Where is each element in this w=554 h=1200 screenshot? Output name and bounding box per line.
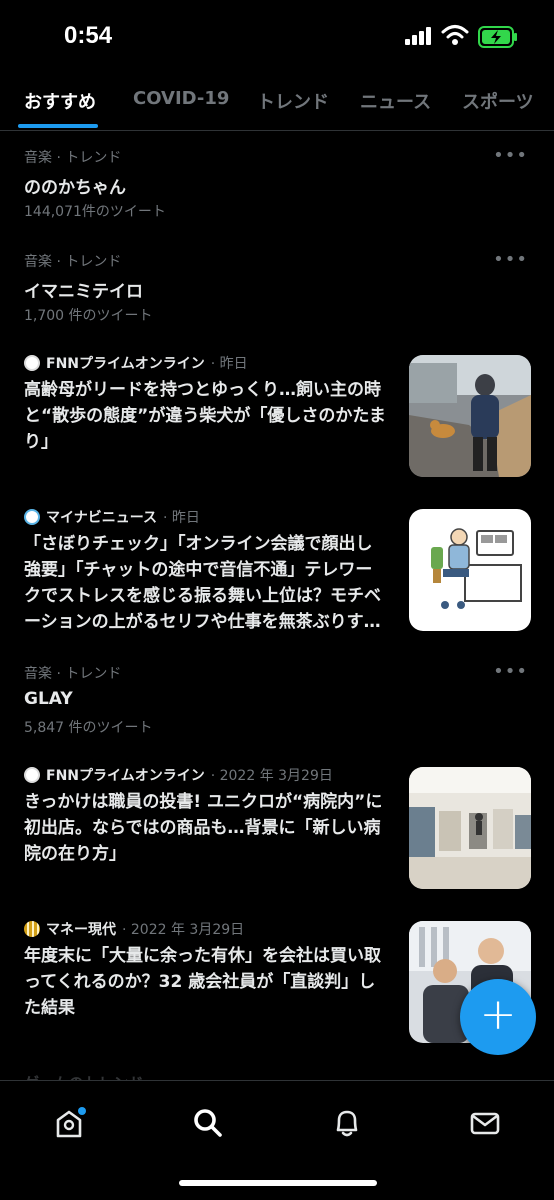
trend-count: 144,071件のツイート bbox=[24, 204, 166, 220]
tab-covid19[interactable]: COVID-19 bbox=[133, 88, 229, 109]
trend-title: ののかちゃん bbox=[24, 178, 126, 198]
news-item[interactable]: FNNプライムオンライン · 昨日 高齢母がリードを持つとゆっくり…飼い主の時 … bbox=[0, 351, 554, 481]
search-icon bbox=[194, 1109, 222, 1137]
fnn-logo-icon bbox=[24, 767, 40, 783]
explore-tabs: おすすめ COVID-19 トレンド ニュース スポーツ bbox=[0, 72, 554, 131]
news-item[interactable]: マイナビニュース · 昨日 「さぼりチェック」「オンライン会議で顔出し 強要」「… bbox=[0, 505, 554, 635]
home-icon bbox=[56, 1107, 86, 1138]
home-indicator bbox=[179, 1180, 377, 1186]
compose-tweet-button[interactable]: + bbox=[460, 979, 536, 1055]
trend-count: 1,700 件のツイート bbox=[24, 308, 153, 324]
trend-category: 音楽 · トレンド bbox=[24, 254, 122, 270]
news-thumbnail-image bbox=[409, 509, 531, 631]
news-headline: 「さぼりチェック」「オンライン会議で顔出し 強要」「チャットの途中で音信不通」テ… bbox=[24, 534, 381, 632]
news-time: · 2022 年 3月29日 bbox=[210, 768, 333, 784]
trend-title: イマニミテイロ bbox=[24, 282, 143, 302]
tab-trending[interactable]: トレンド bbox=[257, 88, 329, 114]
bell-icon bbox=[336, 1110, 358, 1137]
nav-notifications[interactable] bbox=[325, 1101, 369, 1145]
news-headline: きっかけは職員の投書! ユニクロが“病院内”に 初出店。ならではの商品も…背景に… bbox=[24, 792, 383, 864]
status-bar: 0:54 bbox=[0, 0, 554, 72]
news-headline: 高齢母がリードを持つとゆっくり…飼い主の時 と“散歩の態度”が違う柴犬が「優しさ… bbox=[24, 380, 386, 452]
news-source: FNNプライムオンライン · 2022 年 3月29日 bbox=[24, 765, 333, 785]
battery-charging-icon bbox=[478, 26, 517, 48]
plus-icon: + bbox=[479, 989, 517, 1040]
status-time: 0:54 bbox=[64, 22, 113, 49]
trend-item[interactable]: 音楽 · トレンド GLAY 5,847 件のツイート ••• bbox=[0, 661, 554, 751]
trend-item[interactable]: 音楽 · トレンド イマニミテイロ 1,700 件のツイート ••• bbox=[0, 249, 554, 339]
news-source: FNNプライムオンライン · 昨日 bbox=[24, 353, 248, 373]
wifi-icon bbox=[441, 25, 469, 45]
nav-messages[interactable] bbox=[463, 1101, 507, 1145]
nav-home[interactable] bbox=[47, 1101, 91, 1145]
money-gendai-logo-icon bbox=[24, 921, 40, 937]
news-source: マネー現代 · 2022 年 3月29日 bbox=[24, 919, 244, 939]
nav-search[interactable] bbox=[186, 1101, 230, 1145]
news-headline: 年度末に「大量に余った有休」を会社は買い取 ってくれるのか？32 歳会社員が「直… bbox=[24, 946, 381, 1018]
more-options-icon[interactable]: ••• bbox=[493, 249, 528, 270]
more-options-icon[interactable]: ••• bbox=[493, 145, 528, 166]
more-options-icon[interactable]: ••• bbox=[493, 661, 528, 682]
news-time: · 昨日 bbox=[210, 356, 248, 372]
active-tab-indicator bbox=[18, 124, 98, 128]
trend-category: 音楽 · トレンド bbox=[24, 666, 122, 682]
trend-title: GLAY bbox=[24, 689, 73, 709]
news-source: マイナビニュース · 昨日 bbox=[24, 507, 200, 527]
news-source-name: マイナビニュース bbox=[46, 510, 158, 526]
news-thumbnail-image bbox=[409, 355, 531, 477]
fnn-logo-icon bbox=[24, 355, 40, 371]
trend-item[interactable]: 音楽 · トレンド ののかちゃん 144,071件のツイート ••• bbox=[0, 145, 554, 235]
mynavi-logo-icon bbox=[24, 509, 40, 525]
news-thumbnail-image bbox=[409, 767, 531, 889]
mail-icon bbox=[470, 1112, 500, 1135]
news-source-name: FNNプライムオンライン bbox=[46, 356, 205, 372]
tab-news[interactable]: ニュース bbox=[360, 88, 431, 114]
cellular-signal-icon bbox=[405, 27, 431, 45]
trend-count: 5,847 件のツイート bbox=[24, 720, 153, 736]
tab-recommended[interactable]: おすすめ bbox=[24, 88, 96, 114]
news-time: · 2022 年 3月29日 bbox=[122, 922, 245, 938]
news-item[interactable]: FNNプライムオンライン · 2022 年 3月29日 きっかけは職員の投書! … bbox=[0, 763, 554, 893]
tab-sports[interactable]: スポーツ bbox=[462, 88, 534, 114]
news-source-name: マネー現代 bbox=[46, 922, 116, 938]
news-time: · 昨日 bbox=[163, 510, 200, 526]
trend-category: 音楽 · トレンド bbox=[24, 150, 122, 166]
news-source-name: FNNプライムオンライン bbox=[46, 768, 205, 784]
